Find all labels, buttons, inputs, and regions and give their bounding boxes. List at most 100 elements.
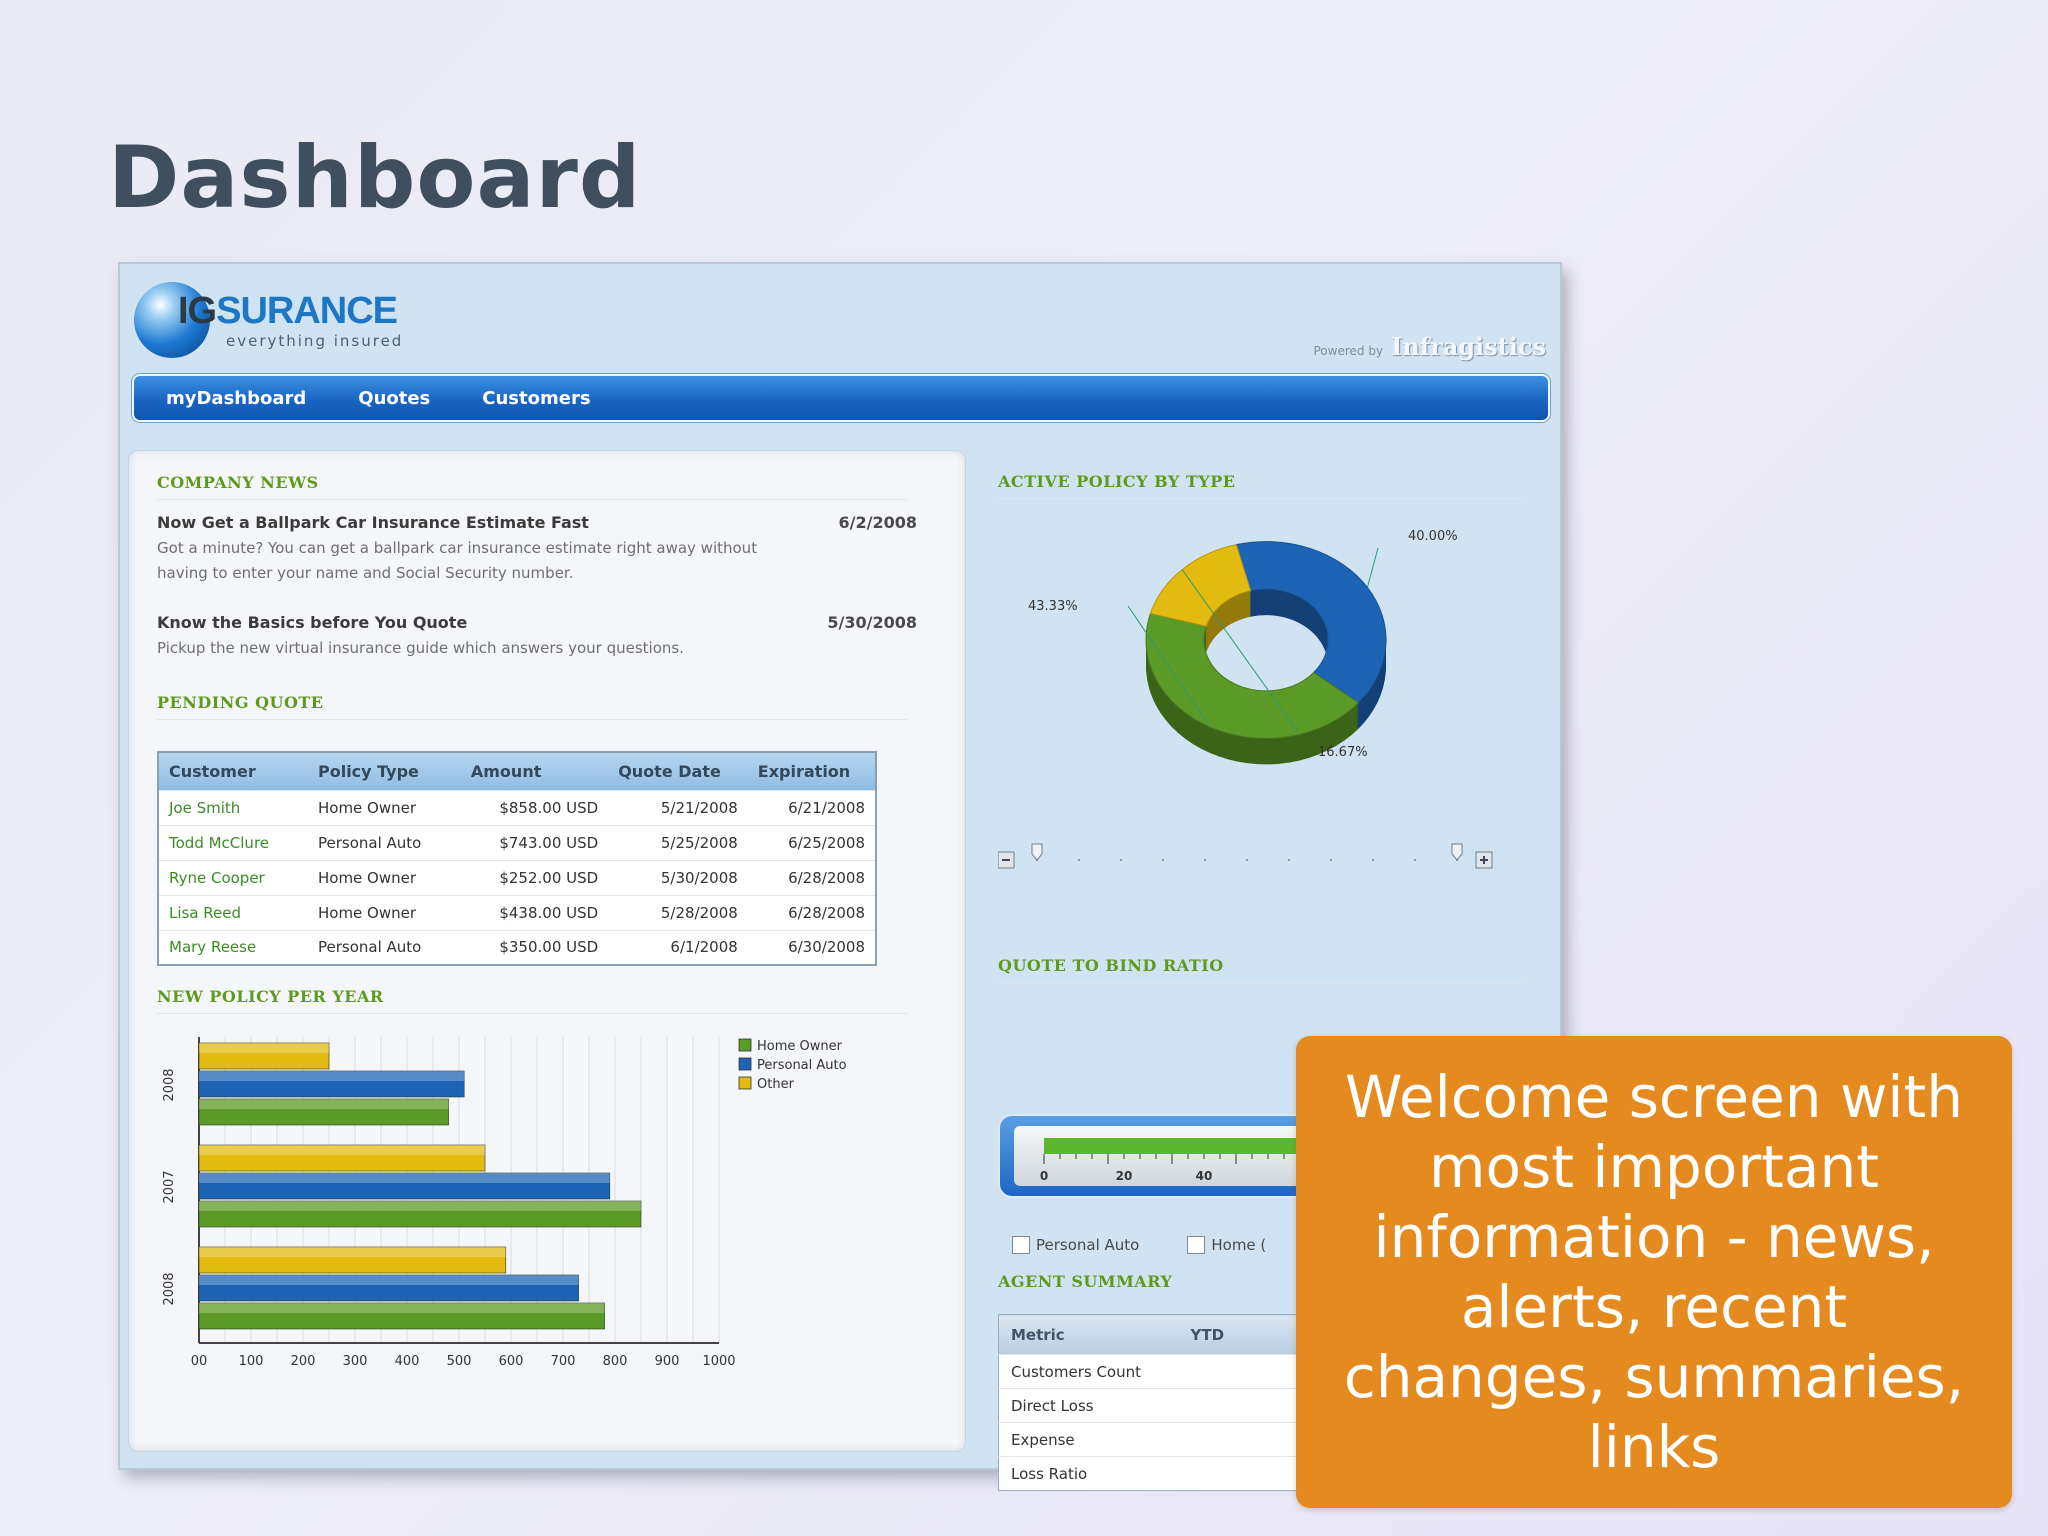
y-category-label: 2008: [162, 1272, 177, 1305]
table-header-row: Customer Policy Type Amount Quote Date E…: [158, 752, 876, 790]
bar-highlight: [199, 1173, 610, 1183]
x-tick-label: 900: [655, 1354, 680, 1369]
x-tick-label: 1000: [702, 1354, 735, 1369]
new-policy-bar-chart: 00 100 200 300 400 500 600 700 800 900 1000 2008 200…: [162, 1037, 847, 1369]
news-date: 5/30/2008: [827, 613, 917, 632]
x-tick-label: 100: [239, 1354, 264, 1369]
legend-label: Personal Auto: [757, 1058, 847, 1073]
x-tick-label: 300: [343, 1354, 368, 1369]
table-row[interactable]: Lisa Reed Home Owner $438.00 USD 5/28/20…: [158, 894, 876, 930]
active-policy-title: ACTIVE POLICY BY TYPE: [998, 472, 1236, 491]
checkbox-label: Personal Auto: [1036, 1236, 1140, 1254]
brand-name: IGSURANCE: [178, 290, 398, 332]
bar-highlight: [199, 1303, 605, 1313]
policy-type-cell: Personal Auto: [307, 824, 461, 860]
legend-label: Other: [757, 1077, 795, 1092]
powered-by-brand: Infragistics: [1391, 332, 1546, 361]
quote-date-cell: 5/25/2008: [608, 824, 748, 860]
powered-by[interactable]: Powered by Infragistics: [1314, 332, 1547, 361]
legend-swatch: [738, 1076, 752, 1090]
bar-highlight: [199, 1071, 465, 1081]
slice-label: 43.33%: [1028, 599, 1078, 614]
x-tick-label: 500: [447, 1354, 472, 1369]
nav-quotes[interactable]: Quotes: [358, 388, 430, 409]
column-header[interactable]: Customer: [158, 752, 308, 790]
quote-to-bind-title: QUOTE TO BIND RATIO: [998, 956, 1224, 975]
checkbox[interactable]: [1012, 1236, 1030, 1254]
y-category-label: 2007: [162, 1170, 177, 1203]
legend-label: Home Owner: [757, 1039, 843, 1054]
slice-label: 16.67%: [1318, 745, 1368, 760]
slider-right-handle[interactable]: [1451, 843, 1463, 861]
column-header[interactable]: Quote Date: [608, 752, 748, 790]
quote-date-cell: 5/28/2008: [608, 894, 748, 930]
callout-box: Welcome screen with most important infor…: [1296, 1036, 2012, 1508]
pending-quote-table: Customer Policy Type Amount Quote Date E…: [157, 751, 877, 966]
gauge-tick-label: 20: [1116, 1169, 1133, 1183]
news-body: Pickup the new virtual insurance guide w…: [157, 639, 684, 657]
x-tick-label: 700: [551, 1354, 576, 1369]
filter-home-owner[interactable]: Home (: [1187, 1236, 1266, 1254]
expiration-cell: 6/28/2008: [747, 894, 876, 930]
customer-link[interactable]: Lisa Reed: [158, 894, 308, 930]
amount-cell: $350.00 USD: [460, 929, 609, 965]
customer-link[interactable]: Mary Reese: [158, 929, 308, 965]
metric-cell: Direct Loss: [998, 1388, 1179, 1423]
table-row[interactable]: Joe Smith Home Owner $858.00 USD 5/21/20…: [158, 789, 876, 825]
metric-cell: Loss Ratio: [998, 1456, 1179, 1491]
amount-cell: $743.00 USD: [460, 824, 609, 860]
quote-date-cell: 5/21/2008: [608, 789, 748, 825]
pending-quote-title: PENDING QUOTE: [157, 693, 324, 712]
table-row[interactable]: Mary Reese Personal Auto $350.00 USD 6/1…: [158, 929, 876, 965]
slider-left-handle[interactable]: [1031, 843, 1043, 861]
news-item: Now Get a Ballpark Car Insurance Estimat…: [157, 513, 917, 586]
bar-highlight: [199, 1275, 579, 1285]
x-tick-label: 600: [499, 1354, 524, 1369]
table-row[interactable]: Todd McClure Personal Auto $743.00 USD 5…: [158, 824, 876, 860]
legend-swatch: [738, 1038, 752, 1052]
x-tick-label: 400: [395, 1354, 420, 1369]
customer-link[interactable]: Joe Smith: [158, 789, 308, 825]
news-headline[interactable]: Now Get a Ballpark Car Insurance Estimat…: [157, 513, 917, 532]
nav-customers[interactable]: Customers: [482, 388, 590, 409]
amount-cell: $252.00 USD: [460, 859, 609, 895]
divider: [157, 719, 907, 720]
column-header[interactable]: Expiration: [748, 752, 876, 790]
policy-type-cell: Home Owner: [307, 894, 461, 930]
quote-date-cell: 5/30/2008: [608, 859, 748, 895]
brand-logo[interactable]: IGSURANCE everything insured: [134, 278, 454, 358]
policy-type-cell: Personal Auto: [307, 929, 461, 965]
bar-highlight: [199, 1247, 506, 1257]
customer-link[interactable]: Ryne Cooper: [158, 859, 308, 895]
leader-line: [1366, 547, 1379, 588]
divider: [157, 1013, 907, 1014]
x-tick-label: 200: [291, 1354, 316, 1369]
x-tick-label: 00: [191, 1354, 208, 1369]
filter-personal-auto[interactable]: Personal Auto: [1012, 1236, 1139, 1254]
column-header[interactable]: Policy Type: [308, 752, 461, 790]
expiration-cell: 6/30/2008: [747, 929, 876, 965]
metric-cell: Customers Count: [998, 1354, 1179, 1389]
company-news-title: COMPANY NEWS: [157, 473, 319, 492]
legend-swatch: [738, 1057, 752, 1071]
bar-highlight: [199, 1145, 485, 1155]
news-body: Got a minute? You can get a ballpark car…: [157, 539, 758, 582]
metric-cell: Expense: [998, 1422, 1179, 1457]
divider: [157, 499, 907, 500]
table-row[interactable]: Ryne Cooper Home Owner $252.00 USD 5/30/…: [158, 859, 876, 895]
x-tick-label: 800: [603, 1354, 628, 1369]
amount-cell: $438.00 USD: [460, 894, 609, 930]
main-nav: myDashboard Quotes Customers: [132, 374, 1550, 422]
news-headline[interactable]: Know the Basics before You Quote: [157, 613, 917, 632]
column-header[interactable]: Metric: [998, 1314, 1179, 1355]
customer-link[interactable]: Todd McClure: [158, 824, 308, 860]
divider: [998, 982, 1523, 983]
column-header[interactable]: Amount: [461, 752, 608, 790]
nav-mydashboard[interactable]: myDashboard: [166, 388, 306, 409]
amount-cell: $858.00 USD: [460, 789, 609, 825]
range-slider[interactable]: [998, 840, 1498, 880]
active-policy-donut-chart: 40.00% 43.33% 16.67%: [1028, 529, 1458, 765]
bar-highlight: [199, 1201, 641, 1211]
checkbox[interactable]: [1187, 1236, 1206, 1254]
expiration-cell: 6/25/2008: [747, 824, 876, 860]
